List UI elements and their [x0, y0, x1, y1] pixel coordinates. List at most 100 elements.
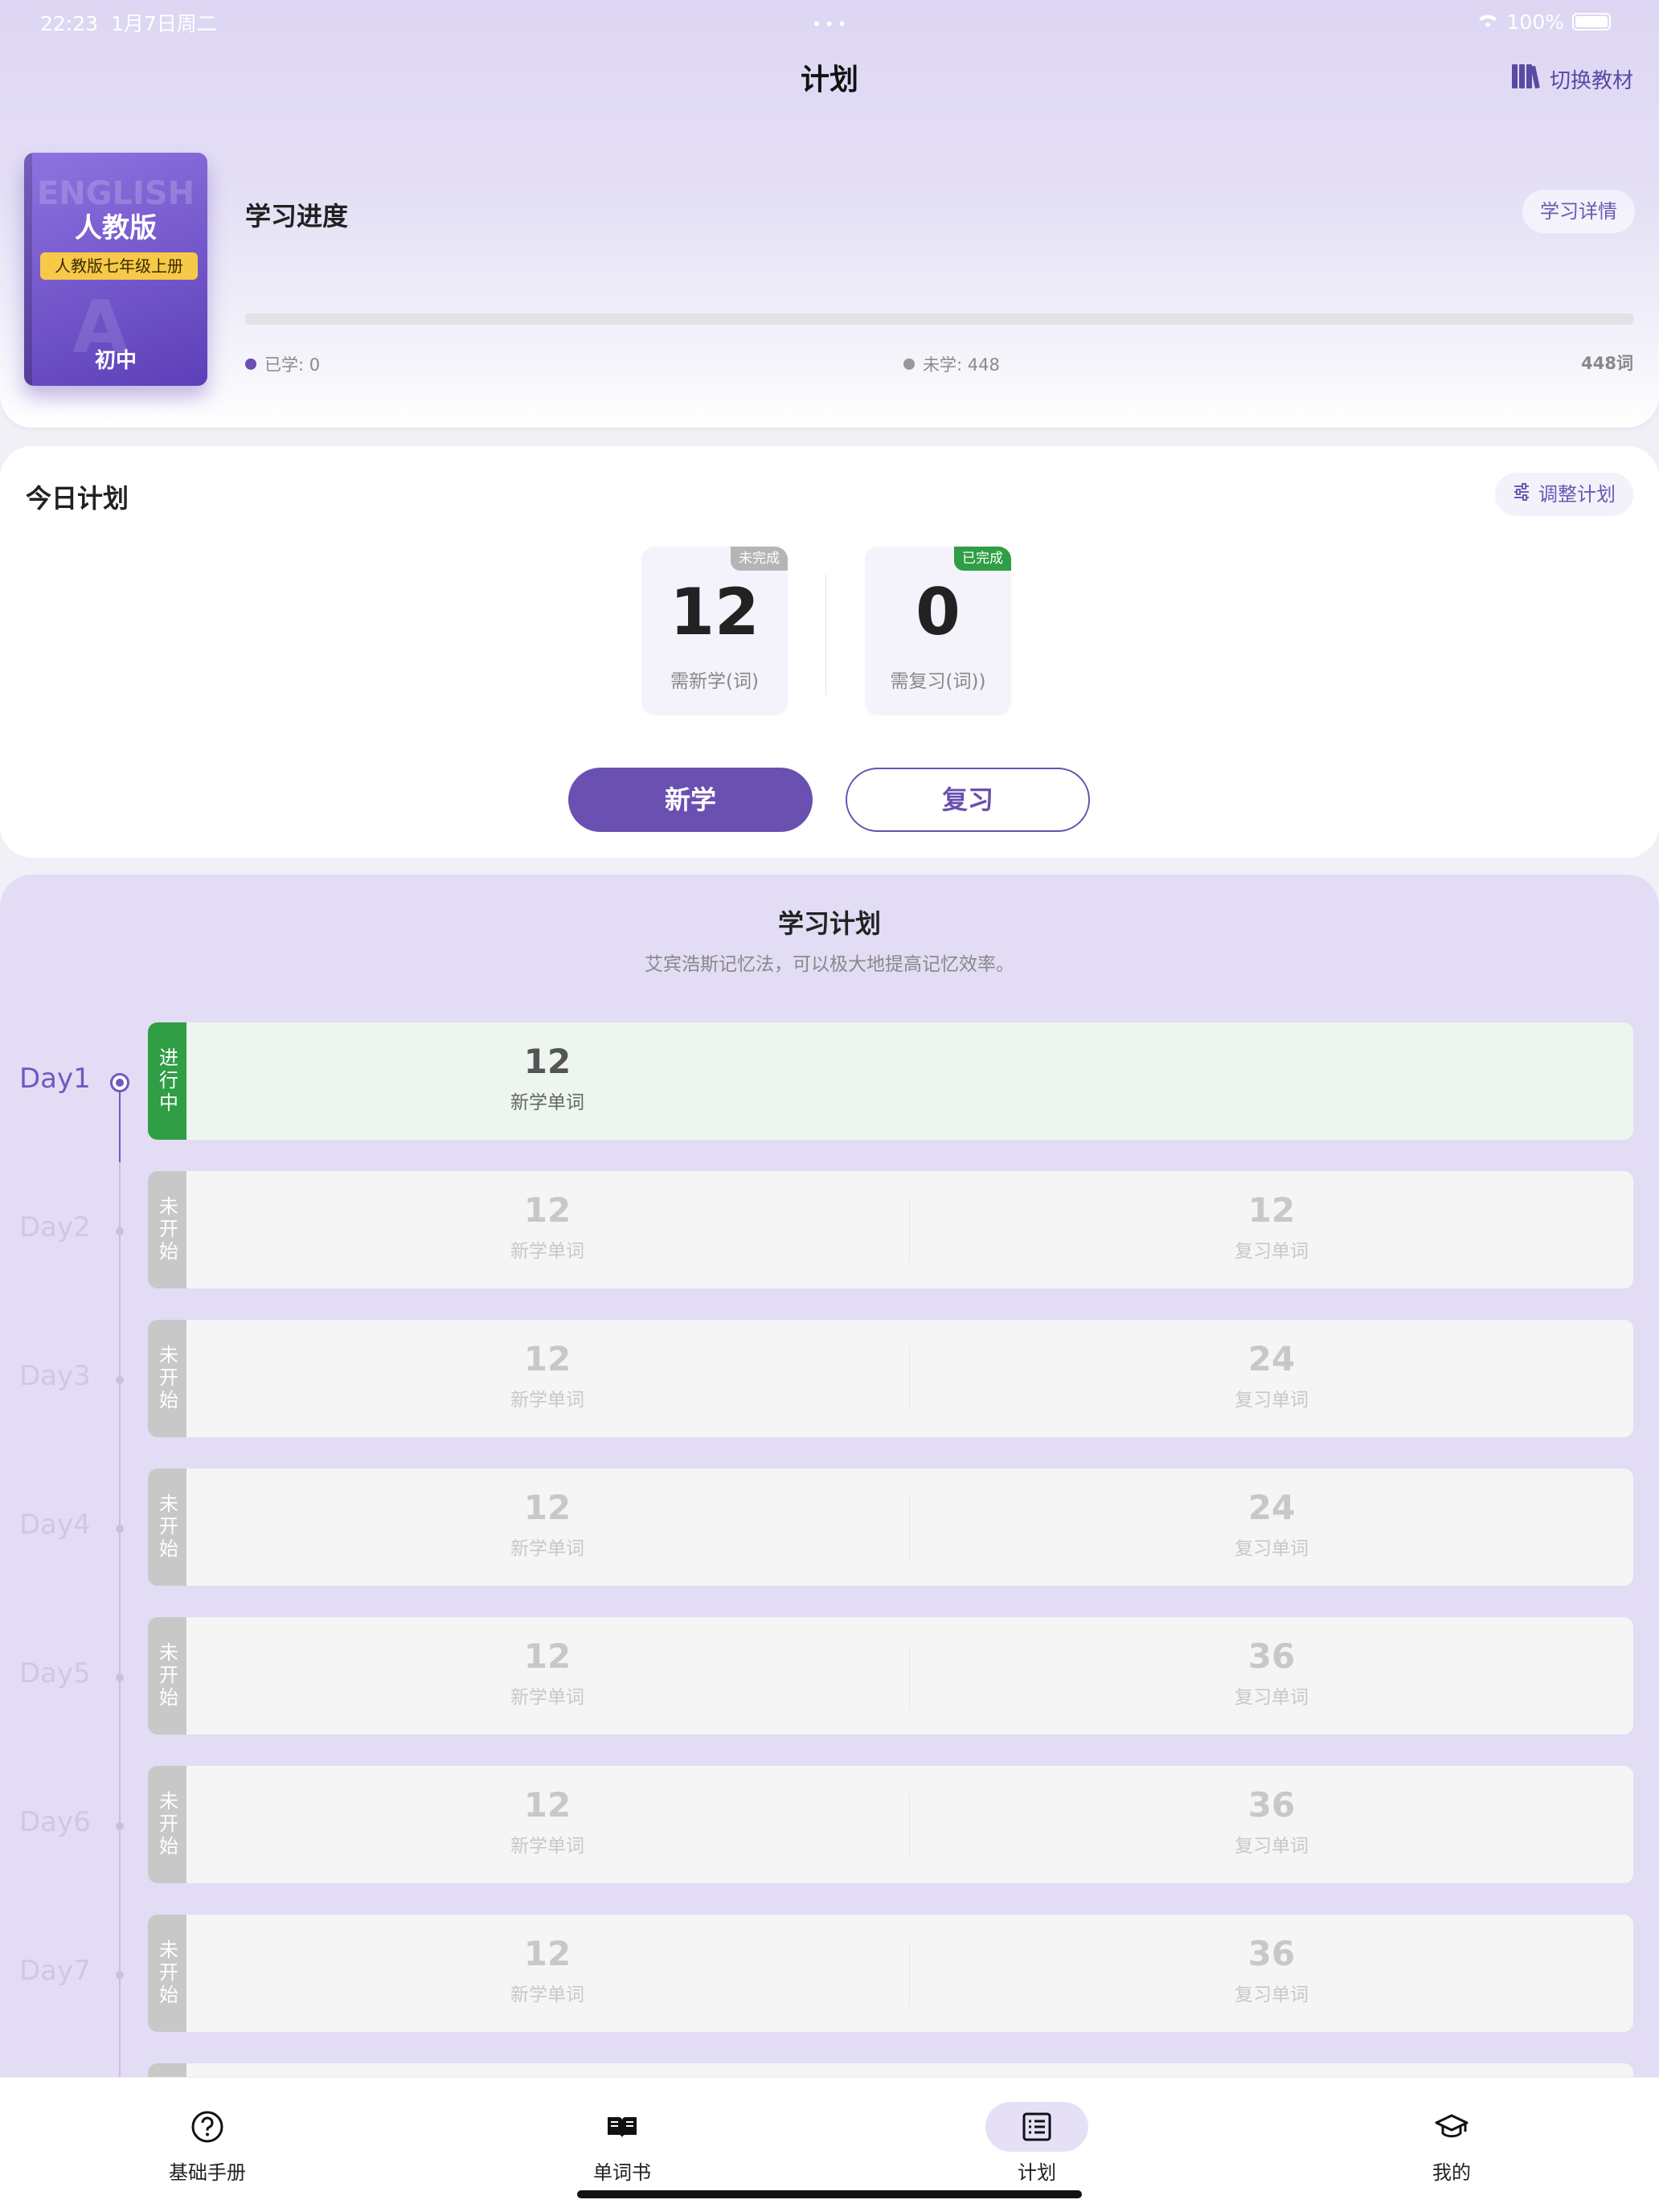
new-words-label: 需新学(词) [670, 671, 759, 692]
review-words-cell: 36 复习单词 [1111, 1788, 1432, 1858]
timeline-node [116, 1376, 124, 1384]
review-button[interactable]: 复习 [846, 768, 1090, 832]
day-label: Day5 [19, 1657, 91, 1690]
list-icon [985, 2102, 1088, 2152]
tab-wordbook[interactable]: 单词书 [518, 2102, 727, 2185]
battery-icon [1572, 13, 1611, 31]
status-date: 1月7日周二 [110, 12, 217, 35]
timeline-node [116, 1525, 124, 1533]
cell-divider [909, 1942, 910, 2006]
review-words-cell: 24 复习单词 [1111, 1491, 1432, 1560]
new-words-label: 新学单词 [510, 1538, 584, 1559]
new-words-cell: 12 新学单词 [387, 1342, 708, 1411]
study-plan-title: 学习计划 [777, 908, 881, 939]
day-status-badge: 未开始 [148, 1320, 186, 1437]
progress-bar [245, 313, 1633, 325]
new-words-cell: 12 新学单词 [387, 1937, 708, 2006]
review-words-count: 36 [1247, 1934, 1296, 1973]
new-words-cell: 12 新学单词 [387, 1640, 708, 1709]
day-row[interactable]: Day4 未开始 12 新学单词 24 复习单词 [0, 1469, 1659, 1586]
day-label: Day4 [19, 1509, 91, 1541]
day-status-badge: 进行中 [148, 1022, 186, 1140]
today-plan-card: 今日计划 调整计划 未完成 12 需新学(词) 已完成 0 需复习(词)) 新学… [0, 446, 1659, 858]
day-row[interactable]: Day2 未开始 12 新学单词 12 复习单词 [0, 1171, 1659, 1288]
new-words-label: 新学单词 [510, 1241, 584, 1262]
sliders-icon [1513, 473, 1530, 516]
battery-percent: 100% [1506, 10, 1564, 34]
timeline-node [116, 1673, 124, 1682]
day-card[interactable]: 未开始 12 新学单词 36 复习单词 [148, 1915, 1633, 2032]
new-words-label: 新学单词 [510, 1687, 584, 1708]
bookshelf-icon [1509, 60, 1542, 98]
today-plan-title: 今日计划 [26, 483, 129, 514]
tab-mine[interactable]: 我的 [1347, 2102, 1556, 2185]
new-status-badge: 未完成 [731, 547, 788, 571]
new-words-count: 12 [523, 1488, 571, 1527]
total-words: 448词 [1581, 354, 1633, 373]
review-words-cell: 36 复习单词 [1111, 1640, 1432, 1709]
day-row[interactable]: Day3 未开始 12 新学单词 24 复习单词 [0, 1320, 1659, 1437]
review-words-count: 12 [1247, 1190, 1296, 1230]
book-level: 初中 [94, 349, 137, 373]
multitask-dots[interactable]: ••• [812, 14, 850, 34]
tab-label: 我的 [1432, 2161, 1471, 2184]
cell-divider [909, 1645, 910, 1709]
day-row[interactable]: Day5 未开始 12 新学单词 36 复习单词 [0, 1617, 1659, 1735]
review-status-badge: 已完成 [954, 547, 1011, 571]
study-detail-button[interactable]: 学习详情 [1522, 190, 1635, 233]
new-words-label: 新学单词 [510, 1836, 584, 1857]
day-row[interactable]: Day7 未开始 12 新学单词 36 复习单词 [0, 1915, 1659, 2032]
unlearned-legend: 未学: 448 [903, 352, 1000, 376]
new-words-label: 新学单词 [510, 1985, 584, 2005]
learned-dot [245, 358, 256, 370]
timeline-node [116, 1822, 124, 1830]
cell-divider [909, 1198, 910, 1263]
tab-basic-handbook[interactable]: 基础手册 [103, 2102, 312, 2185]
day-card[interactable]: 未开始 12 新学单词 12 复习单词 [148, 1171, 1633, 1288]
cell-divider [909, 1496, 910, 1560]
review-words-label: 需复习(词)) [890, 671, 986, 692]
new-words-count: 12 [523, 1339, 571, 1378]
adjust-plan-button[interactable]: 调整计划 [1495, 473, 1633, 516]
page-title: 计划 [800, 63, 858, 96]
day-card[interactable]: 未开始 12 新学单词 24 复习单词 [148, 1469, 1633, 1586]
cell-divider [909, 1793, 910, 1858]
switch-textbook-label: 切换教材 [1549, 69, 1633, 93]
textbook-cover[interactable]: ENGLISH 人教版 人教版七年级上册 A 初中 [24, 153, 207, 386]
day-row[interactable]: Day6 未开始 12 新学单词 36 复习单词 [0, 1766, 1659, 1883]
new-learn-button[interactable]: 新学 [568, 768, 813, 832]
day-card[interactable]: 进行中 12 新学单词 [148, 1022, 1633, 1140]
day-card[interactable]: 未开始 12 新学单词 24 复习单词 [148, 1320, 1633, 1437]
new-words-cell: 12 新学单词 [387, 1194, 708, 1263]
adjust-plan-label: 调整计划 [1538, 483, 1616, 506]
review-words-count: 36 [1247, 1636, 1296, 1676]
new-words-stat: 未完成 12 需新学(词) [641, 547, 788, 715]
review-words-label: 复习单词 [1235, 1241, 1309, 1262]
review-words-label: 复习单词 [1235, 1836, 1309, 1857]
review-words-count: 0 [916, 575, 961, 649]
new-words-count: 12 [523, 1934, 571, 1973]
open-book-icon [571, 2102, 674, 2152]
day-row[interactable]: Day1 进行中 12 新学单词 [0, 1022, 1659, 1140]
tab-label: 计划 [1018, 2161, 1056, 2184]
switch-textbook-button[interactable]: 切换教材 [1509, 60, 1633, 98]
new-words-cell: 12 新学单词 [387, 1045, 708, 1114]
home-indicator[interactable] [577, 2190, 1082, 2198]
tab-plan[interactable]: 计划 [932, 2102, 1141, 2185]
day-card[interactable]: 未开始 12 新学单词 36 复习单词 [148, 1617, 1633, 1735]
day-label: Day7 [19, 1955, 91, 1987]
day-label: Day1 [19, 1063, 91, 1095]
day-card[interactable]: 未开始 12 新学单词 36 复习单词 [148, 1766, 1633, 1883]
help-circle-icon [156, 2102, 259, 2152]
timeline-node [116, 1971, 124, 1979]
review-words-cell: 36 复习单词 [1111, 1937, 1432, 2006]
review-words-stat: 已完成 0 需复习(词)) [865, 547, 1011, 715]
new-words-label: 新学单词 [510, 1390, 584, 1411]
review-words-count: 24 [1247, 1339, 1296, 1378]
status-time: 22:23 [40, 12, 99, 35]
new-words-count: 12 [523, 1636, 571, 1676]
new-words-count: 12 [523, 1785, 571, 1825]
new-words-count: 12 [670, 575, 760, 649]
day-status-badge: 未开始 [148, 1915, 186, 2032]
day-status-badge: 未开始 [148, 1766, 186, 1883]
